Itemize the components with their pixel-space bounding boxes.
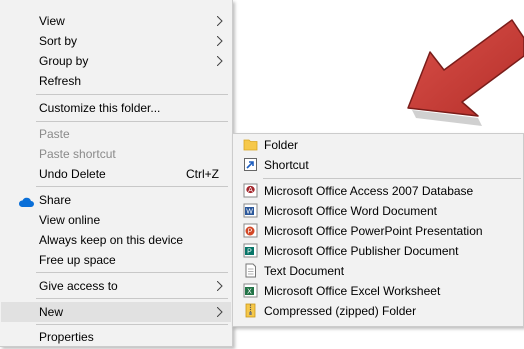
chevron-right-icon — [215, 31, 225, 51]
submenu-item-label: Text Document — [264, 264, 345, 278]
menu-item-give-access[interactable]: Give access to — [1, 276, 231, 296]
submenu-item-label: Folder — [264, 138, 299, 152]
menu-item-label: Properties — [39, 330, 94, 344]
chevron-right-icon — [215, 302, 225, 322]
menu-item-label: Share — [39, 193, 72, 207]
folder-icon — [243, 137, 258, 152]
menu-item-label: Free up space — [39, 253, 116, 267]
menu-separator — [263, 178, 521, 179]
submenu-item-text-document[interactable]: Text Document — [234, 261, 522, 281]
text-document-icon — [243, 263, 258, 278]
keyboard-shortcut: Ctrl+Z — [186, 167, 219, 181]
menu-item-label: Group by — [39, 54, 89, 68]
submenu-item-label: Compressed (zipped) Folder — [264, 304, 417, 318]
submenu-item-label: Microsoft Office Word Document — [264, 204, 437, 218]
menu-item-free-up-space[interactable]: Free up space — [1, 250, 231, 270]
submenu-item-label: Microsoft Office Excel Worksheet — [264, 284, 441, 298]
submenu-item-folder[interactable]: Folder — [234, 135, 522, 155]
menu-separator — [36, 298, 228, 299]
menu-item-group-by[interactable]: Group by — [1, 51, 231, 71]
red-arrow-annotation — [404, 18, 524, 136]
menu-item-label: Give access to — [39, 279, 118, 293]
menu-item-paste[interactable]: Paste — [1, 124, 231, 144]
submenu-item-label: Microsoft Office Access 2007 Database — [264, 184, 474, 198]
zip-folder-icon — [243, 303, 258, 318]
chevron-right-icon — [215, 51, 225, 71]
word-icon: W — [243, 203, 258, 218]
chevron-right-icon — [215, 11, 225, 31]
svg-text:A: A — [248, 187, 253, 194]
excel-icon: X — [243, 283, 258, 298]
svg-text:X: X — [247, 289, 252, 296]
submenu-item-label: Shortcut — [264, 158, 309, 172]
chevron-right-icon — [215, 276, 225, 296]
menu-item-refresh[interactable]: Refresh — [1, 71, 231, 91]
submenu-item-access-database[interactable]: A Microsoft Office Access 2007 Database — [234, 181, 522, 201]
menu-separator — [36, 94, 228, 95]
submenu-item-compressed-folder[interactable]: Compressed (zipped) Folder — [234, 301, 522, 321]
menu-item-label: New — [39, 305, 64, 319]
menu-separator — [36, 324, 228, 325]
menu-separator — [36, 186, 228, 187]
menu-item-label: View online — [39, 213, 101, 227]
menu-item-customize-folder[interactable]: Customize this folder... — [1, 98, 231, 118]
menu-separator — [36, 121, 228, 122]
menu-separator — [36, 272, 228, 273]
menu-item-view[interactable]: View — [1, 11, 231, 31]
menu-item-label: Paste — [39, 127, 70, 141]
menu-item-new[interactable]: New — [1, 302, 231, 322]
svg-text:P: P — [247, 249, 252, 256]
menu-item-label: Customize this folder... — [39, 101, 161, 115]
submenu-item-publisher-document[interactable]: P Microsoft Office Publisher Document — [234, 241, 522, 261]
onedrive-cloud-icon — [18, 194, 34, 207]
context-menu: View Sort by Group by Refresh Customize … — [0, 0, 233, 347]
menu-item-view-online[interactable]: View online — [1, 210, 231, 230]
svg-text:P: P — [248, 229, 253, 236]
submenu-item-shortcut[interactable]: Shortcut — [234, 155, 522, 175]
menu-item-always-keep[interactable]: Always keep on this device — [1, 230, 231, 250]
shortcut-icon — [243, 157, 258, 172]
submenu-item-excel-worksheet[interactable]: X Microsoft Office Excel Worksheet — [234, 281, 522, 301]
new-submenu: Folder Shortcut A Microsoft Office Acces… — [232, 133, 524, 327]
menu-item-label: Always keep on this device — [39, 233, 184, 247]
publisher-icon: P — [243, 243, 258, 258]
menu-item-properties[interactable]: Properties — [1, 327, 231, 347]
menu-item-sort-by[interactable]: Sort by — [1, 31, 231, 51]
submenu-item-word-document[interactable]: W Microsoft Office Word Document — [234, 201, 522, 221]
menu-item-label: Sort by — [39, 34, 78, 48]
powerpoint-icon: P — [243, 223, 258, 238]
menu-item-undo-delete[interactable]: Undo Delete Ctrl+Z — [1, 164, 231, 184]
menu-item-label: Paste shortcut — [39, 147, 116, 161]
menu-item-label: View — [39, 14, 65, 28]
menu-item-label: Refresh — [39, 74, 82, 88]
menu-item-paste-shortcut[interactable]: Paste shortcut — [1, 144, 231, 164]
submenu-item-label: Microsoft Office Publisher Document — [264, 244, 459, 258]
menu-item-share[interactable]: Share — [1, 190, 231, 210]
menu-item-label: Undo Delete — [39, 167, 106, 181]
access-icon: A — [243, 183, 258, 198]
submenu-item-label: Microsoft Office PowerPoint Presentation — [264, 224, 483, 238]
svg-text:W: W — [246, 209, 253, 216]
submenu-item-powerpoint-presentation[interactable]: P Microsoft Office PowerPoint Presentati… — [234, 221, 522, 241]
